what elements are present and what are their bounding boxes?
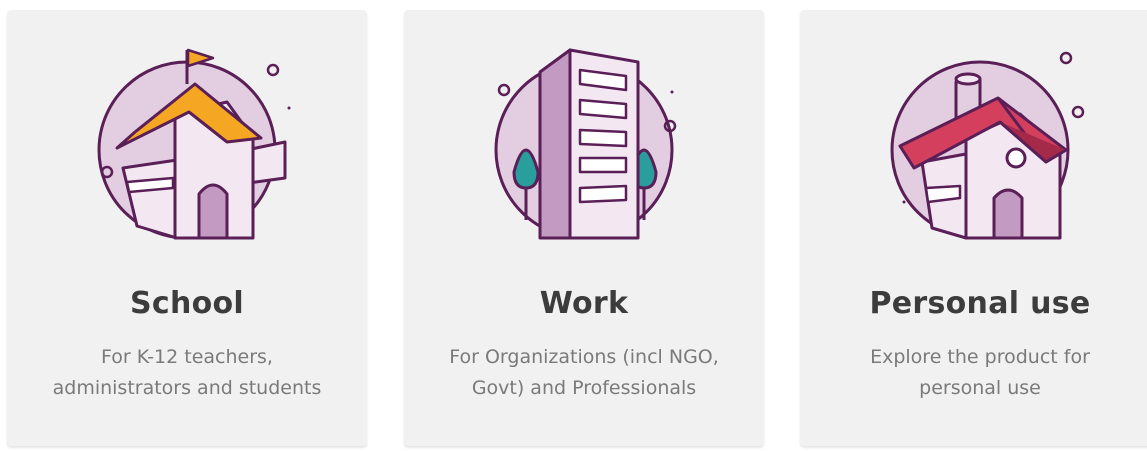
card-title: School: [129, 286, 245, 321]
card-description: For K-12 teachers, administrators and st…: [52, 346, 322, 399]
card-title: Work: [539, 286, 629, 321]
school-card[interactable]: School For K-12 teachers, administrators…: [7, 10, 367, 446]
house-icon: [870, 42, 1090, 242]
usage-type-card-list: School For K-12 teachers, administrators…: [0, 0, 1147, 451]
school-building-icon: [77, 42, 297, 242]
work-card[interactable]: Work For Organizations (incl NGO, Govt) …: [404, 10, 764, 446]
personal-use-card[interactable]: Personal use Explore the product for per…: [800, 10, 1147, 446]
office-building-icon: [474, 42, 694, 242]
card-description: For Organizations (incl NGO, Govt) and P…: [449, 346, 719, 399]
card-description: Explore the product for personal use: [870, 346, 1090, 399]
card-title: Personal use: [869, 286, 1091, 321]
